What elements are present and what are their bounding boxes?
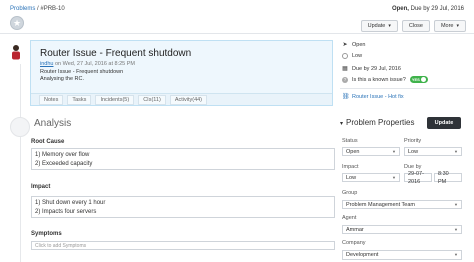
due-time-input[interactable]: 8:30 PM: [434, 171, 462, 185]
impact-field-label: Impact: [342, 164, 359, 170]
timeline-node: [10, 117, 30, 137]
dropdown-arrow-icon: ▼: [454, 252, 458, 257]
impact-line: 1) Shut down every 1 hour: [35, 200, 106, 206]
root-cause-line: 1) Memory over flow: [35, 152, 90, 158]
status-select-value: Open: [346, 148, 360, 155]
problem-body-line: Analysing the RC.: [40, 76, 85, 82]
impact-select-value: Low: [346, 174, 357, 181]
symptoms-label: Symptoms: [31, 231, 62, 237]
header-status: Open, Due by 29 Jul, 2016: [392, 6, 464, 12]
impact-line: 2) Impacts four servers: [35, 209, 97, 215]
update-dropdown-button[interactable]: Update ▾: [360, 20, 398, 32]
due-date-input[interactable]: 29-07-2016: [404, 171, 432, 185]
breadcrumb-problems-link[interactable]: Problems: [10, 6, 35, 12]
dropdown-arrow-icon: ▼: [454, 201, 458, 207]
link-icon: ⛓: [342, 94, 350, 100]
priority-select-value: Low: [408, 148, 419, 155]
company-field-label: Company: [342, 240, 366, 246]
known-issue-toggle[interactable]: YES: [409, 76, 428, 83]
panel-divider: [340, 88, 474, 89]
problem-tabs: Notes Tasks Incidents(5) CIs(11) Activit…: [31, 93, 332, 105]
due-date-row: ▦ Due by 29 Jul, 2016: [342, 65, 401, 73]
analysis-heading: Analysis: [34, 118, 72, 129]
author-link[interactable]: indhu: [40, 61, 53, 67]
known-issue-row: ? Is this a known issue? YES: [342, 76, 428, 83]
linked-change-link[interactable]: Router Issue - Hot fix: [352, 94, 404, 100]
close-button[interactable]: Close: [401, 20, 430, 32]
priority-low-row: Low: [342, 53, 362, 59]
problem-description-card: Router Issue - Frequent shutdown indhu o…: [30, 40, 333, 106]
dropdown-arrow-icon: ▼: [454, 226, 458, 232]
breadcrumb: Problems / #PRB-10: [10, 6, 65, 12]
top-bar: Problems / #PRB-10 Open, Due by 29 Jul, …: [0, 0, 474, 34]
status-select[interactable]: Open ▼: [342, 147, 400, 156]
impact-label: Impact: [31, 184, 51, 190]
calendar-icon: ▦: [342, 66, 348, 72]
status-open-text: Open: [352, 41, 366, 48]
more-dropdown-button[interactable]: More ▾: [433, 20, 466, 32]
more-dropdown-label: More: [440, 23, 454, 29]
chevron-down-icon: ▾: [456, 23, 459, 29]
tab-tasks[interactable]: Tasks: [67, 94, 92, 105]
priority-field-label: Priority: [404, 138, 422, 144]
tab-activity[interactable]: Activity(44): [169, 94, 208, 105]
due-date-value: 29-07-2016: [408, 170, 424, 185]
root-cause-field[interactable]: 1) Memory over flow 2) Exceeded capacity: [31, 148, 335, 170]
problem-badge-icon: [10, 16, 24, 30]
header-actions: Update ▾ Close More ▾: [360, 20, 466, 32]
send-icon: ➤: [342, 42, 348, 48]
due-time-value: 8:30 PM: [438, 170, 449, 185]
tab-cis[interactable]: CIs(11): [138, 94, 166, 105]
agent-field-label: Agent: [342, 215, 357, 221]
root-cause-line: 2) Exceeded capacity: [35, 161, 93, 167]
breadcrumb-separator: /: [37, 6, 39, 12]
problem-body-line: Router Issue - Frequent shutdown: [40, 69, 124, 75]
agent-select[interactable]: Ammar ▼: [342, 225, 462, 234]
breadcrumb-current-id: #PRB-10: [40, 6, 65, 12]
company-select[interactable]: Development ▼: [342, 250, 462, 260]
chevron-down-icon: ▾: [388, 23, 391, 29]
tab-notes[interactable]: Notes: [39, 94, 64, 105]
company-select-value: Development: [346, 252, 379, 258]
linked-change-row: ⛓ Router Issue - Hot fix: [342, 93, 404, 101]
timeline-line: [20, 64, 21, 262]
problem-meta: indhu on Wed, 27 Jul, 2016 at 8:25 PM: [40, 61, 135, 67]
problem-properties-title: Problem Properties: [346, 118, 415, 127]
due-date-text: Due by 29 Jul, 2016: [352, 65, 401, 72]
help-icon: ?: [342, 76, 348, 83]
priority-select[interactable]: Low ▼: [404, 147, 462, 156]
dropdown-arrow-icon: ▼: [392, 148, 396, 154]
impact-select[interactable]: Low ▼: [342, 173, 400, 182]
status-field-label: Status: [342, 138, 358, 144]
user-avatar-icon: [12, 45, 20, 60]
close-button-label: Close: [408, 23, 423, 29]
caret-down-icon: ▾: [340, 121, 344, 127]
group-select-value: Problem Management Team: [346, 201, 415, 208]
priority-radio-icon: [342, 53, 348, 59]
root-cause-label: Root Cause: [31, 139, 65, 145]
dropdown-arrow-icon: ▼: [454, 148, 458, 154]
header-due-date: Due by 29 Jul, 2016: [410, 6, 464, 12]
properties-update-button[interactable]: Update: [427, 117, 461, 129]
status-open-row: ➤ Open: [342, 41, 366, 49]
tab-incidents[interactable]: Incidents(5): [95, 94, 135, 105]
known-issue-question: Is this a known issue?: [352, 76, 406, 83]
symptoms-field[interactable]: Click to add Symptoms: [31, 241, 335, 250]
problem-properties-heading[interactable]: ▾ Problem Properties: [340, 118, 415, 127]
dropdown-arrow-icon: ▼: [392, 174, 396, 180]
update-dropdown-label: Update: [367, 23, 386, 29]
priority-low-text: Low: [352, 53, 363, 59]
group-field-label: Group: [342, 190, 358, 196]
problem-title: Router Issue - Frequent shutdown: [40, 48, 192, 59]
posted-timestamp: on Wed, 27 Jul, 2016 at 8:25 PM: [55, 61, 136, 67]
agent-select-value: Ammar: [346, 226, 364, 233]
group-select[interactable]: Problem Management Team ▼: [342, 200, 462, 209]
header-status-value: Open,: [391, 6, 409, 12]
impact-field[interactable]: 1) Shut down every 1 hour 2) Impacts fou…: [31, 196, 335, 218]
